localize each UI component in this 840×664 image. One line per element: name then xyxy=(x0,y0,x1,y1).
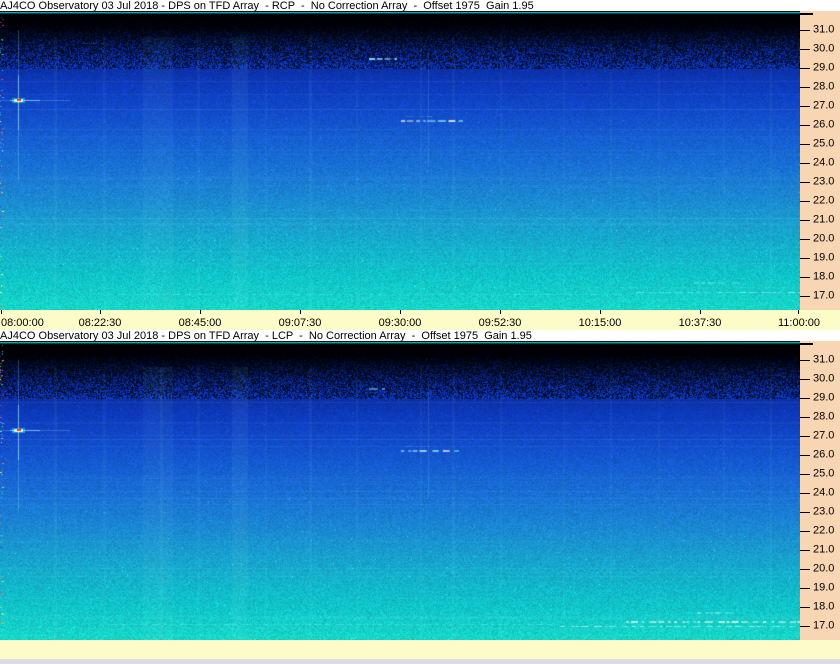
time-tick xyxy=(200,310,201,314)
spectrogram-lcp xyxy=(0,341,800,640)
freq-tick-label: 19.0 xyxy=(813,581,835,594)
panel-title-rcp: AJ4CO Observatory 03 Jul 2018 - DPS on T… xyxy=(0,0,840,11)
panel-title-lcp: AJ4CO Observatory 03 Jul 2018 - DPS on T… xyxy=(0,330,840,341)
time-tick xyxy=(798,310,799,314)
freq-tick-label: 31.0 xyxy=(813,23,835,36)
freq-tick-label: 17.0 xyxy=(813,289,835,302)
freq-tick-label: 30.0 xyxy=(813,372,835,385)
freq-tick xyxy=(800,550,810,551)
freq-tick-label: 28.0 xyxy=(813,410,835,423)
time-tick-label: 11:00:00 xyxy=(777,317,820,329)
freq-tick-label: 27.0 xyxy=(813,99,835,112)
freq-tick xyxy=(800,512,810,513)
time-tick-label: 10:15:00 xyxy=(578,317,622,329)
time-tick-label: 08:45:00 xyxy=(178,317,222,329)
freq-tick xyxy=(800,455,810,456)
freq-tick xyxy=(800,125,810,126)
freq-tick xyxy=(800,436,810,437)
freq-tick-label: 18.0 xyxy=(813,600,835,613)
freq-tick xyxy=(800,569,810,570)
freq-tick xyxy=(800,201,810,202)
freq-tick xyxy=(800,626,810,627)
freq-tick xyxy=(800,163,810,164)
time-tick xyxy=(700,310,701,314)
time-tick xyxy=(600,310,601,314)
freq-tick-label: 26.0 xyxy=(813,118,835,131)
freq-tick xyxy=(800,379,810,380)
spectrogram-panel-rcp: AJ4CO Observatory 03 Jul 2018 - DPS on T… xyxy=(0,0,840,310)
time-axis-lcp-partial xyxy=(0,640,840,659)
time-axis: 08:00:00 08:22:30 08:45:00 09:07:30 09:30:00… xyxy=(0,310,840,330)
freq-tick-label: 26.0 xyxy=(813,448,835,461)
freq-tick xyxy=(800,398,810,399)
freq-tick xyxy=(800,49,810,50)
freq-tick xyxy=(800,220,810,221)
freq-tick xyxy=(800,182,810,183)
freq-tick-label: 25.0 xyxy=(813,137,835,150)
freq-tick-label: 20.0 xyxy=(813,232,835,245)
time-tick xyxy=(400,310,401,314)
freq-tick-label: 29.0 xyxy=(813,391,835,404)
freq-tick-label: 30.0 xyxy=(813,42,835,55)
time-tick-label: 09:07:30 xyxy=(278,317,322,329)
freq-tick xyxy=(800,30,810,31)
time-tick xyxy=(300,310,301,314)
freq-tick-label: 27.0 xyxy=(813,429,835,442)
freq-tick-label: 25.0 xyxy=(813,467,835,480)
spectrogram-rcp xyxy=(0,11,800,310)
dps-spectrograph-window: AJ4CO Observatory 03 Jul 2018 - DPS on T… xyxy=(0,0,840,664)
freq-tick-label: 17.0 xyxy=(813,619,835,632)
freq-tick xyxy=(800,360,810,361)
freq-tick xyxy=(800,239,810,240)
freq-tick-label: 22.0 xyxy=(813,524,835,537)
freq-tick xyxy=(800,106,810,107)
freq-tick-label: 28.0 xyxy=(813,80,835,93)
freq-tick-label: 23.0 xyxy=(813,505,835,518)
time-tick xyxy=(500,310,501,314)
time-tick-label: 08:22:30 xyxy=(78,317,122,329)
freq-tick xyxy=(800,258,810,259)
freq-tick-label: 24.0 xyxy=(813,156,835,169)
time-tick xyxy=(1,310,2,314)
freq-tick xyxy=(800,296,810,297)
freq-tick xyxy=(800,607,810,608)
freq-tick-label: 24.0 xyxy=(813,486,835,499)
time-tick-label: 10:37:30 xyxy=(678,317,722,329)
freq-axis-lcp: 31.0 30.0 29.0 28.0 27.0 26.0 25.0 24.0 23.0 22.0… xyxy=(800,341,840,640)
freq-axis-rcp: 31.0 30.0 29.0 28.0 27.0 26.0 25.0 24.0 23.0 22.0… xyxy=(800,11,840,310)
time-tick xyxy=(100,310,101,314)
freq-tick-label: 19.0 xyxy=(813,251,835,264)
freq-tick-label: 21.0 xyxy=(813,213,835,226)
freq-axis-top-tick xyxy=(800,13,813,15)
freq-tick xyxy=(800,277,810,278)
freq-tick xyxy=(800,87,810,88)
time-tick-label: 09:30:00 xyxy=(378,317,422,329)
freq-tick-label: 18.0 xyxy=(813,270,835,283)
spectrogram-panel-lcp: AJ4CO Observatory 03 Jul 2018 - DPS on T… xyxy=(0,330,840,640)
plot-row-rcp: 31.0 30.0 29.0 28.0 27.0 26.0 25.0 24.0 23.0 22.0… xyxy=(0,11,840,310)
freq-tick xyxy=(800,493,810,494)
freq-tick-label: 21.0 xyxy=(813,543,835,556)
freq-tick-label: 20.0 xyxy=(813,562,835,575)
freq-tick xyxy=(800,144,810,145)
freq-tick xyxy=(800,531,810,532)
time-tick-label: 08:00:00 xyxy=(1,317,44,329)
freq-tick-label: 22.0 xyxy=(813,194,835,207)
freq-tick xyxy=(800,68,810,69)
freq-tick-label: 31.0 xyxy=(813,353,835,366)
freq-axis-top-tick xyxy=(800,343,813,345)
window-bottom-strip xyxy=(0,659,840,664)
freq-tick xyxy=(800,588,810,589)
freq-tick-label: 23.0 xyxy=(813,175,835,188)
time-tick-label: 09:52:30 xyxy=(478,317,522,329)
freq-tick-label: 29.0 xyxy=(813,61,835,74)
freq-tick xyxy=(800,417,810,418)
plot-row-lcp: 31.0 30.0 29.0 28.0 27.0 26.0 25.0 24.0 23.0 22.0… xyxy=(0,341,840,640)
freq-tick xyxy=(800,474,810,475)
